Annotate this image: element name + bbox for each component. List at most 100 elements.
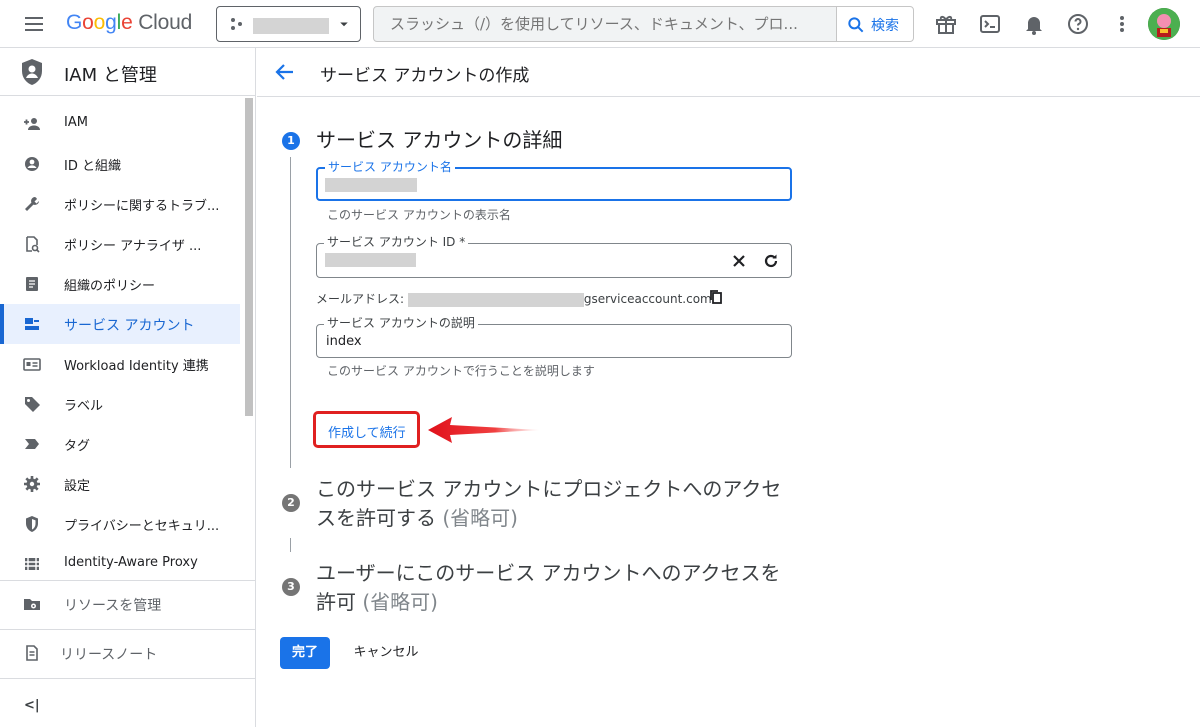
sidebar-item-identity-org[interactable]: ID と組織 <box>0 144 240 184</box>
optional-label: (省略可) <box>442 506 518 530</box>
sidebar-scrollbar[interactable] <box>245 98 253 416</box>
sidebar-item-label: 設定 <box>64 479 91 494</box>
sidebar-item-label: サービス アカウント <box>64 318 195 334</box>
help-icon[interactable] <box>1066 12 1090 36</box>
sidebar-item-label: タグ <box>64 439 91 454</box>
sidebar-item-release-notes[interactable]: リリースノート <box>0 633 255 673</box>
top-bar: Google Cloud 検索 <box>0 0 1200 48</box>
sidebar-item-label: Workload Identity 連携 <box>64 359 209 374</box>
field-label: サービス アカウント名 <box>325 160 455 174</box>
sidebar-item-policy-troubleshooter[interactable]: ポリシーに関するトラブ... <box>0 184 240 224</box>
back-arrow-icon[interactable] <box>273 60 297 84</box>
notifications-icon[interactable] <box>1022 12 1046 36</box>
service-account-name-field[interactable]: サービス アカウント名 <box>316 160 792 201</box>
step-connector <box>290 538 291 552</box>
menu-icon[interactable] <box>22 12 46 36</box>
page-header: サービス アカウントの作成 <box>257 48 1200 97</box>
email-label: メールアドレス: <box>316 292 405 306</box>
search-icon <box>848 17 864 33</box>
wrench-icon <box>25 197 39 211</box>
sidebar-title: IAM と管理 <box>64 65 157 86</box>
sidebar-item-label: リソースを管理 <box>64 598 162 614</box>
email-domain: gserviceaccount.com <box>583 292 712 306</box>
label-icon <box>25 397 40 412</box>
search-input[interactable] <box>374 7 836 41</box>
gift-icon[interactable] <box>934 12 958 36</box>
sidebar-item-label: ID と組織 <box>64 159 121 174</box>
sidebar-item-settings[interactable]: 設定 <box>0 464 240 504</box>
tag-icon <box>25 439 39 449</box>
email-redacted <box>407 292 584 307</box>
copy-icon[interactable] <box>708 289 724 305</box>
person-add-icon <box>24 118 40 130</box>
sidebar-item-manage-resources[interactable]: リソースを管理 <box>0 584 255 624</box>
sidebar: IAM と管理 IAM ID と組織 ポリシーに関するトラブ... ポリシー ア… <box>0 48 256 727</box>
sidebar-item-service-accounts[interactable]: サービス アカウント <box>0 304 240 344</box>
sidebar-item-workload-identity[interactable]: Workload Identity 連携 <box>0 344 240 384</box>
search-button-label: 検索 <box>871 18 899 34</box>
sidebar-item-privacy-security[interactable]: プライバシーとセキュリ... <box>0 504 240 544</box>
optional-label: (省略可) <box>362 590 438 614</box>
service-account-icon <box>25 318 39 330</box>
collapse-sidebar-button[interactable]: <| <box>0 688 60 728</box>
search-button[interactable]: 検索 <box>836 6 914 42</box>
sidebar-divider <box>0 580 255 581</box>
refresh-icon[interactable] <box>761 251 781 271</box>
service-account-id-field[interactable]: サービス アカウント ID * <box>316 235 792 278</box>
sidebar-item-policy-analyzer[interactable]: ポリシー アナライザ ... <box>0 224 240 264</box>
sidebar-item-identity-aware-proxy[interactable]: Identity-Aware Proxy <box>0 544 240 584</box>
sidebar-item-iam[interactable]: IAM <box>0 104 240 144</box>
project-picker[interactable] <box>216 6 361 42</box>
service-account-description-field[interactable]: サービス アカウントの説明 index <box>316 316 792 358</box>
name-value-redacted <box>325 178 417 192</box>
field-label: サービス アカウント ID * <box>324 235 469 249</box>
chevron-down-icon <box>340 22 348 27</box>
google-cloud-logo[interactable]: Google Cloud <box>66 11 192 35</box>
sidebar-item-label: プライバシーとセキュリ... <box>64 519 220 534</box>
document-icon <box>26 277 38 291</box>
step-connector <box>290 157 291 468</box>
field-label: サービス アカウントの説明 <box>324 316 478 330</box>
collapse-sidebar-icon: <| <box>24 698 40 713</box>
release-notes-icon <box>26 645 38 661</box>
create-and-continue-button[interactable]: 作成して続行 <box>313 411 420 448</box>
step3-title: ユーザーにこのサービス アカウントへのアクセスを 許可 (省略可) <box>316 559 796 617</box>
sidebar-item-label: リリースノート <box>60 647 158 663</box>
page-title: サービス アカウントの作成 <box>320 66 530 86</box>
sidebar-item-labels[interactable]: ラベル <box>0 384 240 424</box>
search-box: 検索 <box>373 6 914 42</box>
red-arrow-annotation <box>428 417 540 443</box>
step-number-badge: 2 <box>282 494 300 512</box>
step2-title-line2: スを許可する <box>316 506 436 530</box>
description-value: index <box>326 334 362 349</box>
more-vert-icon[interactable] <box>1110 12 1134 36</box>
id-value-redacted <box>325 253 416 267</box>
project-dots-icon <box>231 18 242 30</box>
name-hint: このサービス アカウントの表示名 <box>327 208 511 222</box>
logo-cloud-text: Cloud <box>138 11 193 34</box>
sidebar-header: IAM と管理 <box>0 48 255 96</box>
id-card-icon <box>23 358 41 371</box>
description-hint: このサービス アカウントで行うことを説明します <box>327 364 595 378</box>
avatar[interactable] <box>1148 8 1180 40</box>
sidebar-divider <box>0 629 255 630</box>
clear-icon[interactable] <box>729 251 749 271</box>
sidebar-divider <box>0 678 255 679</box>
sidebar-item-org-policies[interactable]: 組織のポリシー <box>0 264 240 304</box>
account-circle-icon <box>25 157 39 171</box>
cloud-shell-icon[interactable] <box>978 12 1002 36</box>
sidebar-item-label: ラベル <box>64 399 104 414</box>
step3-title-line2: 許可 <box>316 590 356 614</box>
sidebar-item-label: ポリシーに関するトラブ... <box>64 199 220 214</box>
iam-shield-icon <box>22 59 42 85</box>
sidebar-item-label: 組織のポリシー <box>64 279 156 294</box>
step1-title: サービス アカウントの詳細 <box>316 128 563 152</box>
step3-title-line1: ユーザーにこのサービス アカウントへのアクセスを <box>316 561 781 585</box>
cancel-button[interactable]: キャンセル <box>343 637 429 669</box>
policy-analyzer-icon <box>26 236 40 253</box>
step2-title: このサービス アカウントにプロジェクトへのアクセ スを許可する (省略可) <box>316 475 796 533</box>
done-button[interactable]: 完了 <box>280 637 330 669</box>
step2-title-line1: このサービス アカウントにプロジェクトへのアクセ <box>316 477 782 501</box>
shield-icon <box>26 516 38 532</box>
sidebar-item-tags[interactable]: タグ <box>0 424 240 464</box>
